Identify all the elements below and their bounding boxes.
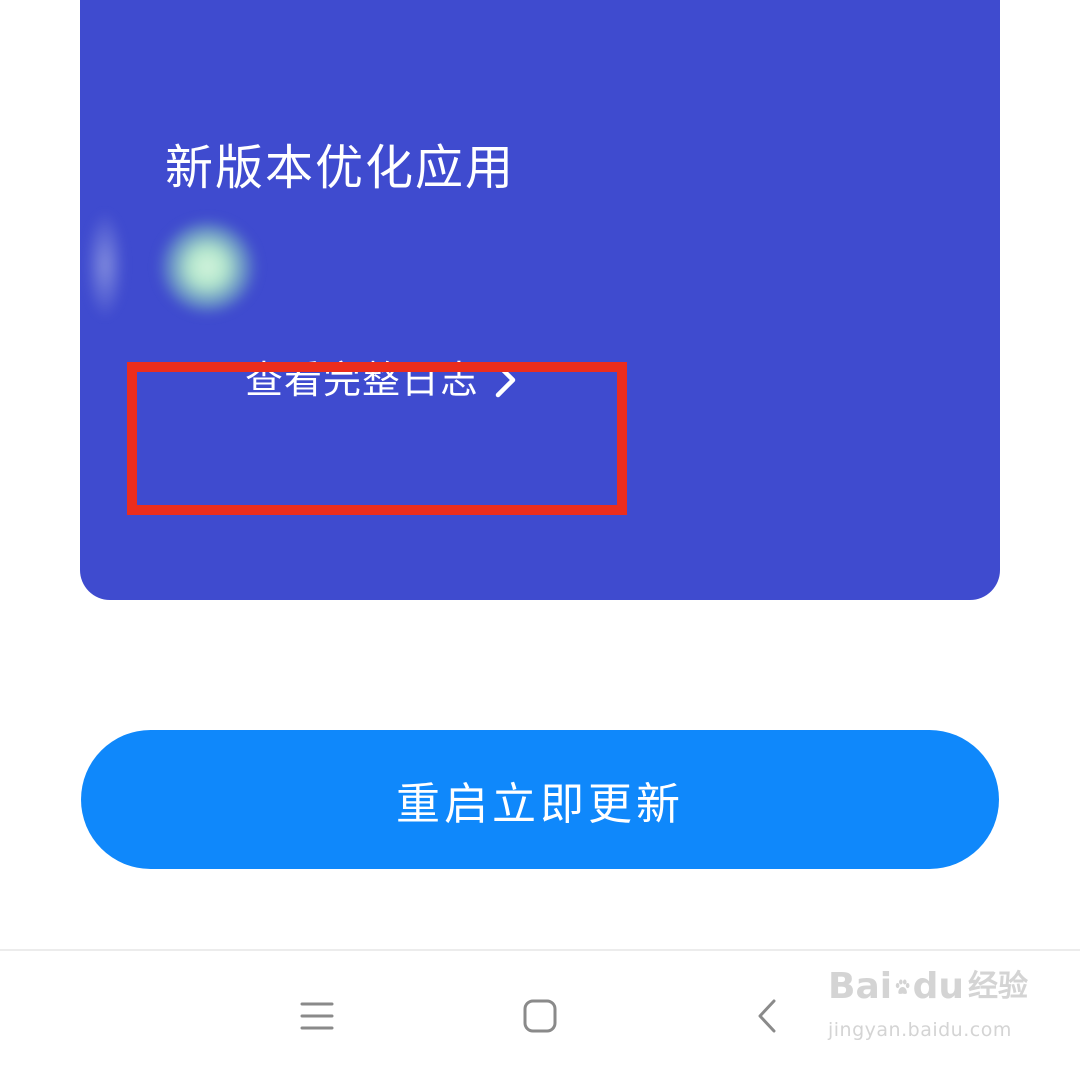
watermark-url: jingyan.baidu.com <box>828 1019 1012 1041</box>
blurred-app-icon <box>160 222 255 312</box>
restart-update-button[interactable]: 重启立即更新 <box>81 730 999 869</box>
recent-apps-button[interactable] <box>287 991 347 1041</box>
watermark-brand-left: Bai <box>828 966 893 1007</box>
highlight-annotation-box <box>127 362 627 515</box>
blurred-app-icon-secondary <box>85 210 125 320</box>
watermark-logo: Bai du 经验 <box>828 965 1028 1009</box>
watermark-brand-suffix: 经验 <box>968 969 1028 1004</box>
paw-icon <box>895 979 910 994</box>
menu-icon <box>300 1002 334 1030</box>
home-icon <box>523 999 557 1033</box>
update-headline: 新版本优化应用 <box>165 140 516 196</box>
update-screen: 新版本优化应用 查看完整日志 重启立即更新 Bai du 经验 jingyan.… <box>0 0 1080 1080</box>
watermark-brand-right: du <box>912 966 964 1007</box>
back-button[interactable] <box>737 991 797 1041</box>
home-button[interactable] <box>510 991 570 1041</box>
baidu-watermark: Bai du 经验 jingyan.baidu.com <box>828 965 1028 1065</box>
back-icon <box>758 999 776 1033</box>
